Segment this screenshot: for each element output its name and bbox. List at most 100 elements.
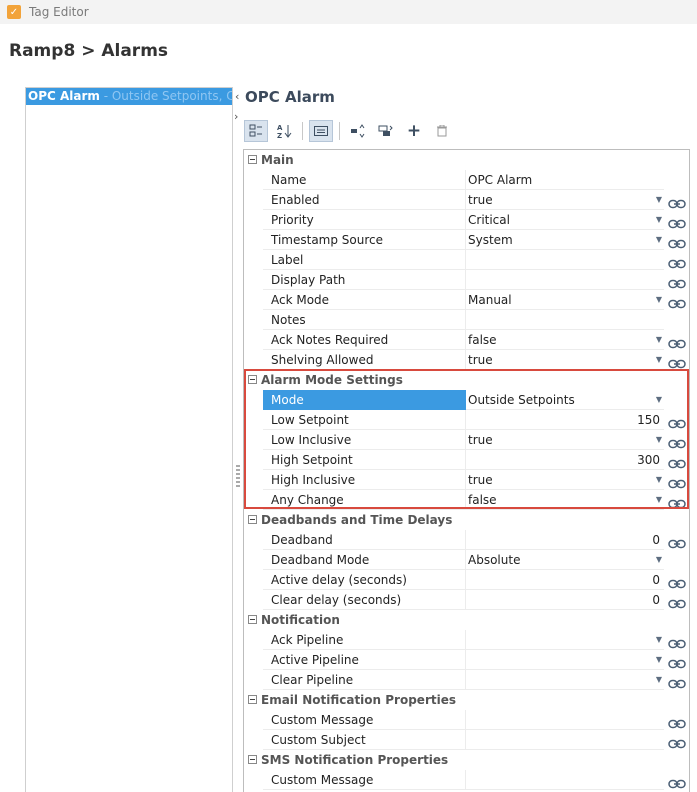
property-row[interactable]: Ack Notes Required false ▼	[244, 330, 689, 350]
property-value[interactable]: 300	[466, 450, 664, 470]
bind-link-icon[interactable]	[668, 475, 686, 489]
bind-link-icon[interactable]	[668, 195, 686, 209]
bind-link-icon[interactable]	[668, 295, 686, 309]
bind-link-icon[interactable]	[668, 655, 686, 669]
property-section-header[interactable]: Email Notification Properties	[244, 690, 689, 710]
collapse-section-icon[interactable]	[248, 695, 257, 704]
property-row[interactable]: Any Change false ▼	[244, 490, 689, 510]
expand-right-icon[interactable]: ›	[234, 110, 238, 123]
add-button[interactable]: +	[402, 120, 426, 142]
property-row[interactable]: Timestamp Source System ▼	[244, 230, 689, 250]
dropdown-arrow-icon[interactable]: ▼	[654, 290, 664, 310]
property-value[interactable]	[466, 650, 664, 670]
property-row[interactable]: Clear delay (seconds) 0	[244, 590, 689, 610]
alarm-list-item[interactable]: OPC Alarm - Outside Setpoints, Critical	[26, 88, 232, 105]
property-row[interactable]: Custom Message	[244, 710, 689, 730]
property-value[interactable]: true	[466, 350, 664, 370]
bind-link-icon[interactable]	[668, 215, 686, 229]
bind-link-icon[interactable]	[668, 635, 686, 649]
property-value[interactable]	[466, 770, 664, 790]
property-value[interactable]	[466, 670, 664, 690]
splitter-handle[interactable]	[236, 465, 240, 489]
property-value[interactable]	[466, 250, 664, 270]
bind-link-icon[interactable]	[668, 275, 686, 289]
dropdown-arrow-icon[interactable]: ▼	[654, 330, 664, 350]
bind-link-icon[interactable]	[668, 255, 686, 269]
dropdown-arrow-icon[interactable]: ▼	[654, 670, 664, 690]
property-value[interactable]: System	[466, 230, 664, 250]
alphabetical-sort-button[interactable]: AZ	[272, 120, 296, 142]
property-row[interactable]: Active Pipeline ▼	[244, 650, 689, 670]
dropdown-arrow-icon[interactable]: ▼	[654, 190, 664, 210]
bind-link-icon[interactable]	[668, 355, 686, 369]
property-row[interactable]: Priority Critical ▼	[244, 210, 689, 230]
property-value[interactable]: false	[466, 330, 664, 350]
property-value[interactable]	[466, 730, 664, 750]
property-row[interactable]: Ack Mode Manual ▼	[244, 290, 689, 310]
property-row[interactable]: Mode Outside Setpoints ▼	[244, 390, 689, 410]
collapse-section-icon[interactable]	[248, 615, 257, 624]
property-row[interactable]: Shelving Allowed true ▼	[244, 350, 689, 370]
property-row[interactable]: High Setpoint 300	[244, 450, 689, 470]
collapse-section-icon[interactable]	[248, 755, 257, 764]
dropdown-arrow-icon[interactable]: ▼	[654, 210, 664, 230]
edit-mode-button[interactable]	[309, 120, 333, 142]
property-section-header[interactable]: Alarm Mode Settings	[244, 370, 689, 390]
collapse-left-icon[interactable]: ‹	[235, 90, 239, 103]
property-section-header[interactable]: SMS Notification Properties	[244, 750, 689, 770]
property-value[interactable]: 0	[466, 570, 664, 590]
dropdown-arrow-icon[interactable]: ▼	[654, 390, 664, 410]
property-value[interactable]: Manual	[466, 290, 664, 310]
property-value[interactable]: 0	[466, 530, 664, 550]
bind-link-icon[interactable]	[668, 715, 686, 729]
bind-link-icon[interactable]	[668, 775, 686, 789]
property-value[interactable]: Outside Setpoints	[466, 390, 664, 410]
property-value[interactable]: OPC Alarm	[466, 170, 664, 190]
property-value[interactable]: 150	[466, 410, 664, 430]
property-row[interactable]: Clear Pipeline ▼	[244, 670, 689, 690]
property-row[interactable]: Notes	[244, 310, 689, 330]
property-value[interactable]	[466, 630, 664, 650]
property-value[interactable]: false	[466, 490, 664, 510]
collapse-section-icon[interactable]	[248, 515, 257, 524]
bind-link-icon[interactable]	[668, 675, 686, 689]
property-row[interactable]: Display Path	[244, 270, 689, 290]
property-value[interactable]: 0	[466, 590, 664, 610]
property-row[interactable]: Low Inclusive true ▼	[244, 430, 689, 450]
move-up-down-button[interactable]	[346, 120, 370, 142]
bind-link-icon[interactable]	[668, 455, 686, 469]
property-section-header[interactable]: Deadbands and Time Delays	[244, 510, 689, 530]
dropdown-arrow-icon[interactable]: ▼	[654, 430, 664, 450]
property-row[interactable]: Enabled true ▼	[244, 190, 689, 210]
dropdown-arrow-icon[interactable]: ▼	[654, 230, 664, 250]
property-row[interactable]: High Inclusive true ▼	[244, 470, 689, 490]
dropdown-arrow-icon[interactable]: ▼	[654, 650, 664, 670]
bind-link-icon[interactable]	[668, 335, 686, 349]
property-row[interactable]: Name OPC Alarm	[244, 170, 689, 190]
property-row[interactable]: Label	[244, 250, 689, 270]
bind-link-icon[interactable]	[668, 575, 686, 589]
property-value[interactable]	[466, 710, 664, 730]
property-value[interactable]: true	[466, 190, 664, 210]
property-section-header[interactable]: Main	[244, 150, 689, 170]
property-row[interactable]: Custom Subject	[244, 730, 689, 750]
property-row[interactable]: Ack Pipeline ▼	[244, 630, 689, 650]
dropdown-arrow-icon[interactable]: ▼	[654, 630, 664, 650]
property-value[interactable]: true	[466, 430, 664, 450]
dropdown-arrow-icon[interactable]: ▼	[654, 550, 664, 570]
property-row[interactable]: Low Setpoint 150	[244, 410, 689, 430]
property-row[interactable]: Custom Message	[244, 770, 689, 790]
property-section-header[interactable]: Notification	[244, 610, 689, 630]
categorized-view-button[interactable]	[244, 120, 268, 142]
delete-button[interactable]	[430, 120, 454, 142]
bind-link-icon[interactable]	[668, 535, 686, 549]
bind-link-icon[interactable]	[668, 495, 686, 509]
dropdown-arrow-icon[interactable]: ▼	[654, 470, 664, 490]
dropdown-arrow-icon[interactable]: ▼	[654, 350, 664, 370]
bind-link-icon[interactable]	[668, 235, 686, 249]
bind-link-icon[interactable]	[668, 595, 686, 609]
dropdown-arrow-icon[interactable]: ▼	[654, 490, 664, 510]
property-row[interactable]: Active delay (seconds) 0	[244, 570, 689, 590]
property-value[interactable]	[466, 310, 664, 330]
collapse-section-icon[interactable]	[248, 155, 257, 164]
